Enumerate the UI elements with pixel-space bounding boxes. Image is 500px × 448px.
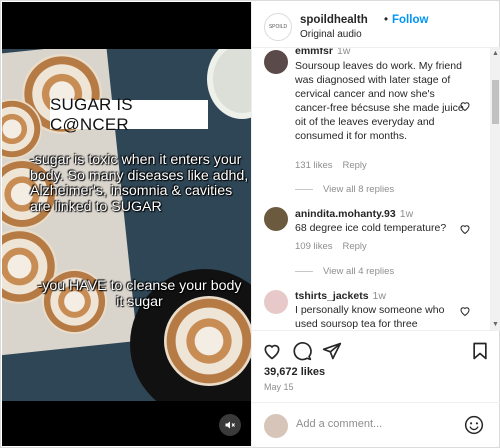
- headline-text: SUGAR IS C@NCER: [50, 94, 133, 134]
- overlay-text-1: -sugar is toxic when it enters your body…: [30, 152, 249, 215]
- reply-button[interactable]: Reply: [343, 241, 367, 252]
- reply-button[interactable]: Reply: [343, 160, 367, 171]
- comments-list: emmfsr 1w Soursoup leaves do work. My fri…: [252, 48, 500, 330]
- likes-count[interactable]: 39,672 likes: [264, 366, 325, 378]
- like-comment-heart-icon[interactable]: [459, 223, 471, 235]
- separator-dot: •: [384, 14, 389, 26]
- comment-likes[interactable]: 109 likes: [295, 241, 333, 252]
- commenter-avatar[interactable]: [264, 290, 288, 314]
- commenter-avatar[interactable]: [264, 50, 288, 74]
- bowl: [207, 49, 251, 119]
- comment-bubble-icon[interactable]: [292, 341, 312, 361]
- headline-box: SUGAR IS C@NCER: [50, 95, 208, 134]
- like-comment-heart-icon[interactable]: [459, 305, 471, 317]
- view-replies-button[interactable]: View all 4 replies: [295, 266, 394, 277]
- emoji-icon[interactable]: [464, 415, 484, 435]
- post-dialog: SUGAR IS C@NCER -sugar is toxic when it …: [0, 0, 500, 448]
- commenter-avatar[interactable]: [264, 207, 288, 231]
- speaker-muted-icon: [225, 421, 235, 429]
- comment-username[interactable]: tshirts_jackets 1w: [295, 290, 386, 302]
- save-bookmark-icon[interactable]: [470, 341, 490, 361]
- comment-username[interactable]: anindita.mohanty.93 1w: [295, 208, 413, 220]
- share-send-icon[interactable]: [322, 341, 342, 361]
- scroll-up-arrow-icon[interactable]: ▲: [492, 50, 499, 57]
- comment-meta: 131 likes Reply: [295, 160, 367, 171]
- comment-text: Soursoup leaves do work. My friend was d…: [295, 60, 464, 142]
- overlay-text-2: -you HAVE to cleanse your body it sugar: [37, 278, 242, 310]
- current-user-avatar: [264, 414, 288, 438]
- avatar-logo-text: SPOILD: [268, 24, 288, 30]
- account-avatar[interactable]: SPOILD: [264, 13, 292, 41]
- scroll-down-arrow-icon[interactable]: ▼: [492, 321, 499, 328]
- post-header: SPOILD spoildhealth • Follow Original au…: [252, 2, 500, 48]
- post-sidebar: SPOILD spoildhealth • Follow Original au…: [251, 2, 500, 448]
- comment-username[interactable]: emmfsr 1w: [295, 48, 350, 57]
- view-replies-button[interactable]: View all 8 replies: [295, 184, 394, 195]
- follow-button[interactable]: Follow: [392, 14, 428, 26]
- like-heart-icon[interactable]: [262, 341, 282, 361]
- mute-button[interactable]: [219, 414, 241, 436]
- post-date: May 15: [264, 382, 294, 392]
- like-comment-heart-icon[interactable]: [459, 100, 471, 112]
- account-username[interactable]: spoildhealth: [300, 14, 368, 26]
- post-media[interactable]: SUGAR IS C@NCER -sugar is toxic when it …: [2, 2, 251, 446]
- post-actions: 39,672 likes May 15: [252, 330, 500, 402]
- audio-label[interactable]: Original audio: [300, 29, 362, 40]
- scrollbar-thumb[interactable]: [492, 80, 499, 124]
- comment-meta: 109 likes Reply: [295, 241, 367, 252]
- comments-scrollbar[interactable]: ▲ ▼: [490, 48, 500, 330]
- comment-text: 68 degree ice cold temperature?: [295, 222, 447, 234]
- comment-composer: [252, 402, 500, 448]
- comment-text: I personally know someone who used sours…: [295, 304, 445, 330]
- comment-likes[interactable]: 131 likes: [295, 160, 333, 171]
- add-comment-input[interactable]: [296, 418, 456, 430]
